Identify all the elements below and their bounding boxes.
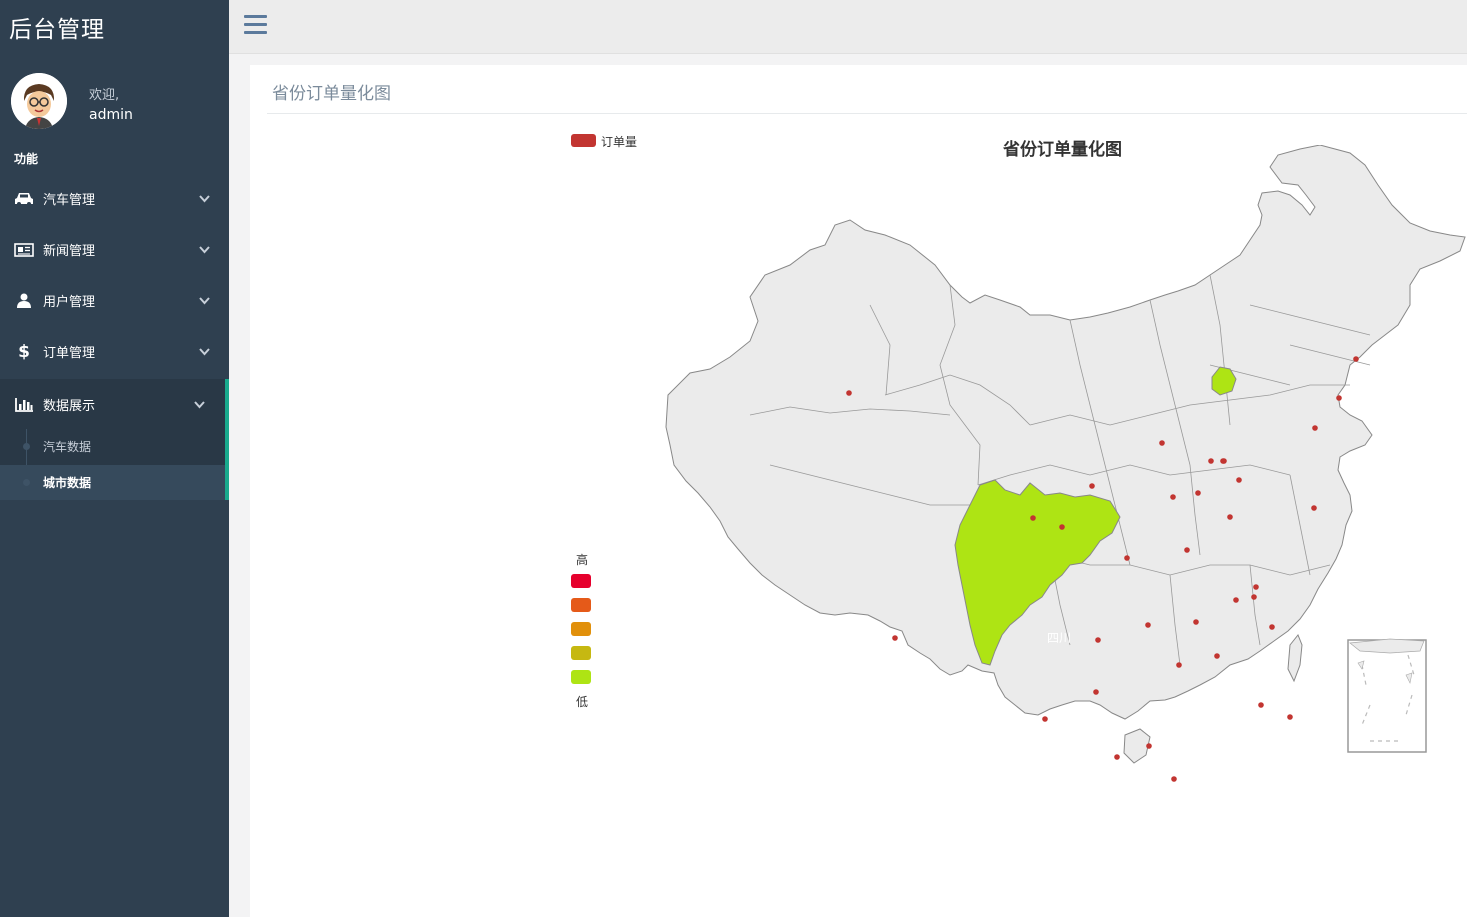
bar-chart-icon xyxy=(13,397,35,412)
chevron-down-icon xyxy=(194,398,205,413)
section-label: 功能 xyxy=(14,152,39,166)
menu-item-news[interactable]: 新闻管理 xyxy=(0,224,229,275)
username: admin xyxy=(89,107,133,123)
visual-map-piece[interactable] xyxy=(571,622,591,636)
divider xyxy=(267,113,1467,114)
car-icon xyxy=(13,192,35,206)
tree-dot xyxy=(23,443,30,450)
visual-map-low-label: 低 xyxy=(576,695,589,709)
menu-label: 新闻管理 xyxy=(43,244,96,259)
visual-map-piece[interactable] xyxy=(571,598,591,612)
user-icon xyxy=(13,293,35,308)
chevron-down-icon xyxy=(199,243,210,258)
chevron-down-icon xyxy=(199,192,210,207)
brand-title: 后台管理 xyxy=(9,17,105,43)
welcome-text: 欢迎, xyxy=(89,88,120,103)
legend-label[interactable]: 订单量 xyxy=(601,133,637,150)
south-china-sea-inset xyxy=(1347,638,1427,753)
newspaper-icon xyxy=(13,242,35,257)
submenu-item-car-data[interactable]: 汽车数据 xyxy=(0,429,225,464)
menu-label: 汽车管理 xyxy=(43,193,96,208)
menu-item-users[interactable]: 用户管理 xyxy=(0,275,229,326)
menu-item-car[interactable]: 汽车管理 xyxy=(0,173,229,224)
content-panel: 省份订单量化图 订单量 省份订单量化图 高 低 四川 xyxy=(250,65,1467,917)
legend-swatch[interactable] xyxy=(571,134,596,147)
sidebar: 后台管理 欢迎, admin 功能 汽车管理 新闻管理 用户管理 $ 订单管理 … xyxy=(0,0,229,917)
menu-label: 订单管理 xyxy=(43,346,96,361)
hamburger-icon[interactable] xyxy=(244,15,267,35)
submenu-label: 汽车数据 xyxy=(43,440,92,454)
menu-label: 数据展示 xyxy=(43,398,96,414)
tree-dot xyxy=(23,479,30,486)
chevron-down-icon xyxy=(199,345,210,360)
menu-label: 用户管理 xyxy=(43,295,96,310)
active-indicator xyxy=(225,379,229,500)
map-region-hainan[interactable] xyxy=(1123,728,1151,764)
topbar xyxy=(229,0,1467,54)
menu-item-orders[interactable]: $ 订单管理 xyxy=(0,326,229,377)
dollar-icon: $ xyxy=(18,341,30,362)
visual-map-piece[interactable] xyxy=(571,670,591,684)
menu-item-data[interactable]: 数据展示 xyxy=(0,379,225,429)
visual-map-high-label: 高 xyxy=(576,553,589,567)
map-region-taiwan[interactable] xyxy=(1287,634,1303,683)
panel-title: 省份订单量化图 xyxy=(272,84,391,104)
submenu-item-city-data[interactable]: 城市数据 xyxy=(0,465,225,500)
avatar[interactable] xyxy=(11,73,67,129)
china-map[interactable]: 四川 xyxy=(650,145,1467,845)
visual-map-piece[interactable] xyxy=(571,574,591,588)
submenu-label: 城市数据 xyxy=(43,476,92,490)
visual-map-piece[interactable] xyxy=(571,646,591,660)
map-region-label: 四川 xyxy=(1047,631,1071,645)
chevron-down-icon xyxy=(199,294,210,309)
